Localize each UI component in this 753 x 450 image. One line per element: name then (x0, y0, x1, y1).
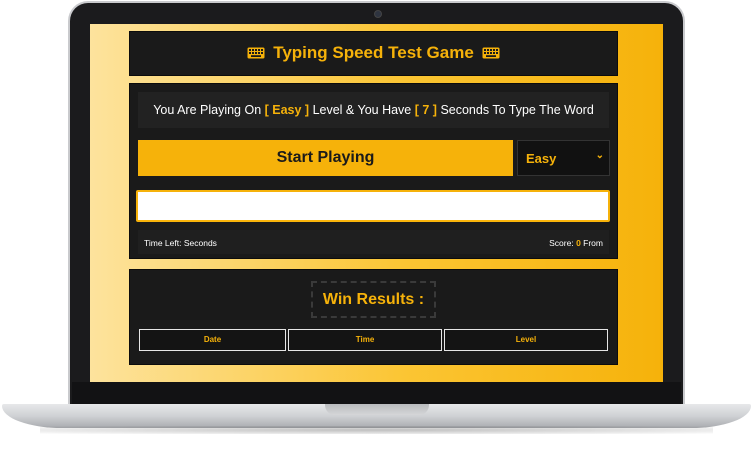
level-message: You Are Playing On [ Easy ] Level & You … (138, 92, 609, 128)
laptop-hinge (72, 382, 681, 404)
win-results-title: Win Results : (311, 281, 436, 318)
column-header-level: Level (444, 329, 608, 351)
results-panel: Win Results : Date Time Level (130, 270, 617, 364)
level-seconds: [ 7 ] (414, 103, 437, 117)
message-prefix: You Are Playing On (153, 103, 265, 117)
message-suffix: Seconds To Type The Word (436, 103, 594, 117)
level-select-value: Easy (526, 151, 557, 166)
laptop-camera (374, 10, 382, 18)
score-from: From (580, 238, 603, 248)
keyboard-icon (482, 47, 500, 59)
column-header-time: Time (288, 329, 442, 351)
level-name: [ Easy ] (264, 103, 310, 117)
start-playing-button[interactable]: Start Playing (138, 140, 513, 176)
title-text: Typing Speed Test Game (273, 43, 474, 62)
score-label: Score: (549, 238, 577, 248)
results-table-header: Date Time Level (139, 329, 608, 351)
stats-bar: Time Left: Seconds Score: 0 From (138, 230, 609, 254)
laptop-notch (325, 404, 429, 415)
column-header-date: Date (139, 329, 286, 351)
message-middle: Level & You Have (309, 103, 415, 117)
level-select[interactable]: Easy ⌄ (517, 140, 610, 176)
time-left-unit: Seconds (183, 238, 217, 248)
score: Score: 0 From (549, 238, 603, 248)
word-input[interactable] (136, 190, 610, 222)
laptop-shadow (40, 426, 713, 434)
page-title: Typing Speed Test Game (130, 43, 617, 63)
game-panel: You Are Playing On [ Easy ] Level & You … (130, 84, 617, 258)
time-left: Time Left: Seconds (144, 238, 217, 248)
laptop-screen: Typing Speed Test Game You Are Playing O… (90, 24, 663, 382)
time-left-label: Time Left: (144, 238, 184, 248)
chevron-down-icon: ⌄ (595, 150, 604, 161)
keyboard-icon (247, 47, 265, 59)
title-panel: Typing Speed Test Game (130, 32, 617, 75)
